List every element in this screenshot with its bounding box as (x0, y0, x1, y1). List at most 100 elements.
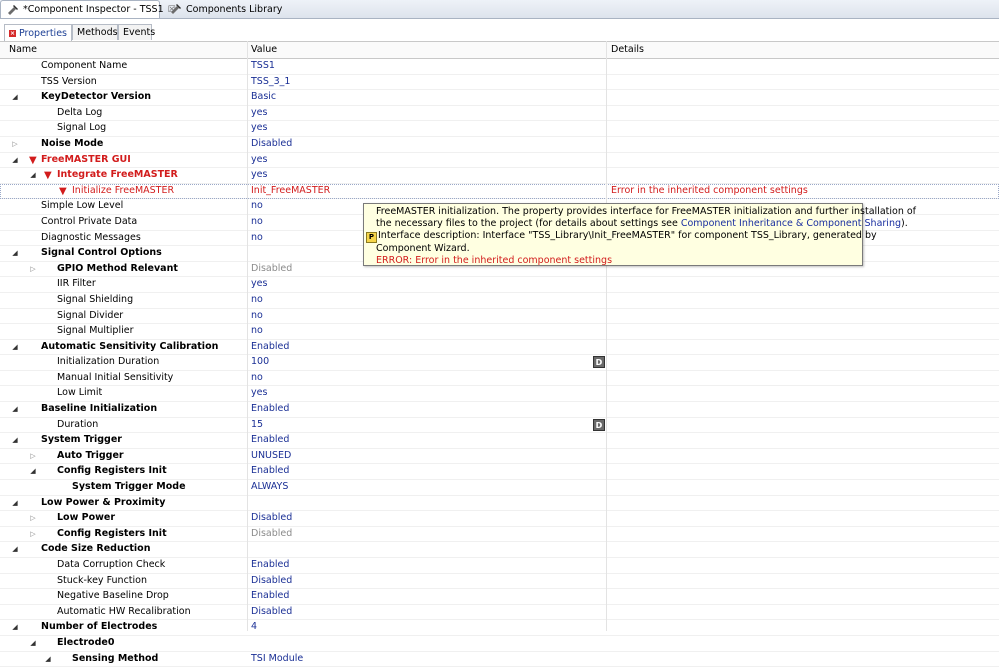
tab-events[interactable]: Events (118, 24, 155, 40)
expanded-arrow-icon[interactable]: ◢ (29, 168, 37, 183)
expanded-arrow-icon[interactable]: ◢ (11, 90, 19, 105)
property-value[interactable]: no (251, 293, 263, 308)
collapsed-arrow-icon[interactable]: ▷ (11, 137, 19, 152)
property-value[interactable]: Enabled (251, 558, 289, 573)
table-row[interactable]: Signal Log yes (0, 121, 999, 137)
table-row[interactable]: Signal Shielding no (0, 293, 999, 309)
property-value[interactable]: 15 (251, 418, 263, 433)
property-value[interactable]: yes (251, 106, 267, 121)
expanded-arrow-icon[interactable]: ◢ (11, 496, 19, 511)
property-name: Low Power & Proximity (41, 496, 166, 508)
table-row[interactable]: Low Limit yes (0, 386, 999, 403)
expanded-arrow-icon[interactable]: ◢ (11, 402, 19, 417)
table-row[interactable]: ◢ System Trigger Enabled (0, 433, 999, 449)
tab-properties[interactable]: × Properties (4, 24, 72, 41)
property-value[interactable]: 100 (251, 355, 269, 370)
property-value[interactable]: Disabled (251, 137, 292, 152)
table-row[interactable]: ◢ KeyDetector Version Basic (0, 90, 999, 106)
table-row[interactable]: ◢ Code Size Reduction (0, 542, 999, 558)
property-value[interactable]: Disabled (251, 574, 292, 589)
expanded-arrow-icon[interactable]: ◢ (11, 433, 19, 448)
property-value[interactable]: TSS_3_1 (251, 75, 290, 90)
property-value[interactable]: yes (251, 121, 267, 136)
expanded-arrow-icon[interactable]: ◢ (11, 542, 19, 557)
property-value[interactable]: no (251, 324, 263, 339)
table-row[interactable]: Duration 15 D (0, 418, 999, 434)
property-value[interactable]: Disabled (251, 511, 292, 526)
table-row[interactable]: TSS Version TSS_3_1 (0, 75, 999, 91)
tab-components-library[interactable]: Components Library (164, 0, 288, 18)
table-row[interactable]: ▷ Config Registers Init Disabled (0, 527, 999, 543)
expanded-arrow-icon[interactable]: ◢ (29, 464, 37, 479)
table-row[interactable]: ◢ Baseline Initialization Enabled (0, 402, 999, 418)
table-row[interactable]: Stuck-key Function Disabled (0, 574, 999, 590)
property-value[interactable]: no (251, 231, 263, 246)
expanded-arrow-icon[interactable]: ◢ (11, 340, 19, 355)
property-value[interactable]: yes (251, 168, 267, 183)
table-row[interactable]: Signal Multiplier no (0, 324, 999, 340)
column-separator[interactable] (606, 41, 607, 631)
property-value[interactable]: Init_FreeMASTER (251, 184, 330, 199)
property-value[interactable]: Enabled (251, 464, 289, 479)
table-row[interactable]: ◢ Electrode0 (0, 636, 999, 652)
table-row[interactable]: Signal Divider no (0, 309, 999, 325)
table-row[interactable]: ▷ Noise Mode Disabled (0, 137, 999, 153)
property-value[interactable]: Basic (251, 90, 276, 105)
property-value[interactable]: Enabled (251, 589, 289, 604)
column-header-details[interactable]: Details (611, 44, 644, 55)
column-header-value[interactable]: Value (251, 44, 277, 55)
table-row[interactable]: ◢ ▼ FreeMASTER GUI yes (0, 153, 999, 169)
property-value[interactable]: Enabled (251, 433, 289, 448)
table-row[interactable]: Manual Initial Sensitivity no (0, 371, 999, 387)
collapsed-arrow-icon[interactable]: ▷ (29, 511, 37, 526)
collapsed-arrow-icon[interactable]: ▷ (29, 449, 37, 464)
property-value[interactable]: yes (251, 386, 267, 401)
property-value[interactable]: Disabled (251, 605, 292, 620)
tooltip-help-link[interactable]: Component Inheritance & Component Sharin… (681, 218, 901, 229)
property-value[interactable]: no (251, 371, 263, 386)
property-value[interactable]: yes (251, 277, 267, 292)
table-row[interactable]: Negative Baseline Drop Enabled (0, 589, 999, 605)
table-row[interactable]: Initialization Duration 100 D (0, 355, 999, 371)
property-value[interactable]: TSS1 (251, 59, 275, 74)
tab-methods[interactable]: Methods (72, 24, 118, 40)
property-value[interactable]: Disabled (251, 262, 292, 277)
property-value[interactable]: UNUSED (251, 449, 291, 464)
property-value[interactable]: no (251, 199, 263, 214)
property-value[interactable]: TSI Module (251, 652, 303, 667)
collapsed-arrow-icon[interactable]: ▷ (29, 262, 37, 277)
tooltip-interface: P Interface description: Interface "TSS_L… (366, 230, 877, 243)
table-row[interactable]: Component Name TSS1 (0, 59, 999, 75)
table-row[interactable]: Data Corruption Check Enabled (0, 558, 999, 574)
column-separator[interactable] (247, 41, 248, 631)
property-value[interactable]: Enabled (251, 402, 289, 417)
property-value[interactable]: Enabled (251, 340, 289, 355)
table-row[interactable]: ◢ ▼ Integrate FreeMASTER yes (0, 168, 999, 184)
edit-dialog-button[interactable]: D (593, 356, 605, 369)
expanded-arrow-icon[interactable]: ◢ (29, 636, 37, 651)
table-row[interactable]: ▷ Low Power Disabled (0, 511, 999, 527)
table-row[interactable]: ▷ Auto Trigger UNUSED (0, 449, 999, 465)
table-row[interactable]: ◢ Sensing Method TSI Module (0, 652, 999, 667)
expanded-arrow-icon[interactable]: ◢ (44, 652, 52, 667)
table-row[interactable]: Delta Log yes (0, 106, 999, 122)
table-row-selected[interactable]: ▼ Initialize FreeMASTER Init_FreeMASTER … (0, 183, 999, 200)
table-row[interactable]: ◢ Automatic Sensitivity Calibration Enab… (0, 340, 999, 356)
column-header-name[interactable]: Name (9, 44, 37, 55)
table-row[interactable]: System Trigger Mode ALWAYS (0, 480, 999, 496)
expanded-arrow-icon[interactable]: ◢ (11, 153, 19, 168)
property-value[interactable]: ALWAYS (251, 480, 288, 495)
property-value[interactable]: no (251, 215, 263, 230)
expanded-arrow-icon[interactable]: ◢ (11, 246, 19, 261)
table-row[interactable]: IIR Filter yes (0, 277, 999, 293)
property-value[interactable]: Disabled (251, 527, 292, 542)
table-row[interactable]: ◢ Low Power & Proximity (0, 496, 999, 512)
property-value[interactable]: no (251, 309, 263, 324)
table-row[interactable]: ◢ Config Registers Init Enabled (0, 464, 999, 481)
tab-component-inspector[interactable]: *Component Inspector - TSS1 ☒ (0, 0, 176, 18)
property-value[interactable]: yes (251, 153, 267, 168)
table-row[interactable]: Automatic HW Recalibration Disabled (0, 605, 999, 621)
properties-table: Name Value Details Component Name TSS1 T… (0, 41, 999, 667)
collapsed-arrow-icon[interactable]: ▷ (29, 527, 37, 542)
edit-dialog-button[interactable]: D (593, 418, 605, 431)
